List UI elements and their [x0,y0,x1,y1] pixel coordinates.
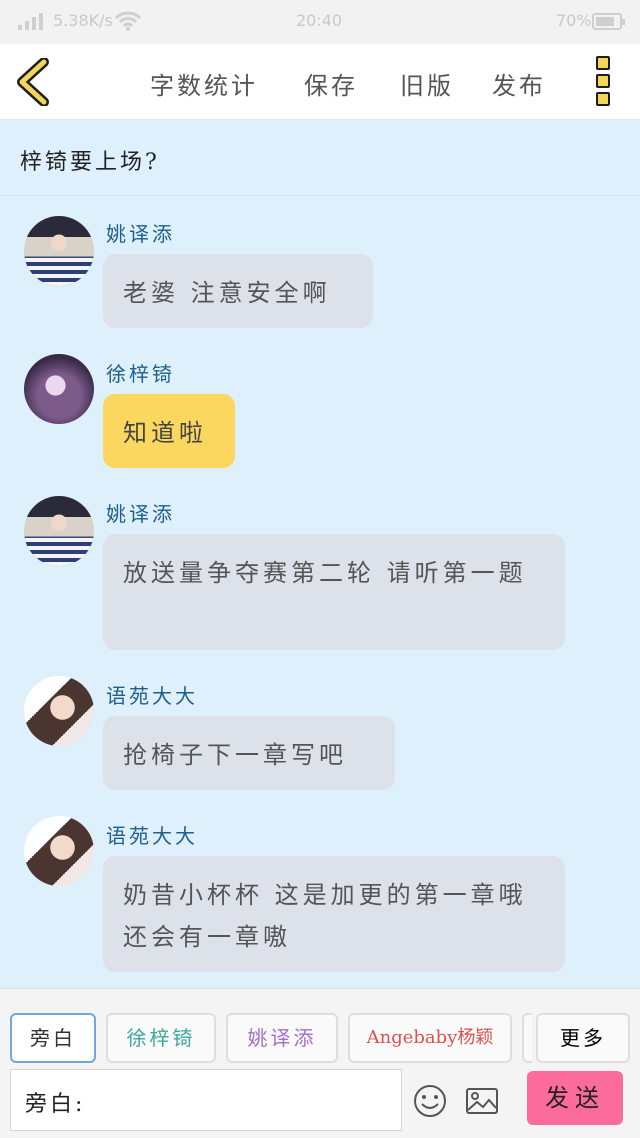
avatar[interactable] [24,354,94,424]
message-bubble[interactable]: 放送量争夺赛第二轮 请听第一题 [103,534,565,650]
more-roles-button[interactable]: 更多 [536,1013,630,1063]
sender-name: 姚译添 [106,502,175,526]
status-bar: 5.38K/s 20:40 70% [0,0,640,44]
word-count-button[interactable]: 字数统计 [150,66,258,101]
wifi-icon [114,10,142,36]
message-bubble[interactable]: 抢椅子下一章写吧 [103,716,395,790]
message-bubble[interactable]: 老婆 注意安全啊 [103,254,373,328]
top-toolbar: 字数统计 保存 旧版 发布 [0,44,640,120]
sender-name: 语苑大大 [106,684,198,708]
role-narrator-tab[interactable]: 旁白 [10,1013,96,1063]
message-bubble[interactable]: 奶昔小杯杯 这是加更的第一章哦 还会有一章嗷 [103,856,565,972]
battery-percent: 70% [556,11,592,30]
battery-icon [592,13,625,30]
network-speed: 5.38K/s [53,11,113,30]
chapter-title: 梓锜要上场? [20,150,160,175]
save-button[interactable]: 保存 [304,66,358,101]
avatar[interactable] [24,216,94,286]
clock: 20:40 [296,11,343,30]
sender-name: 语苑大大 [106,824,198,848]
role-selector: 旁白 徐梓锜 姚译添 Angebaby杨颖 更多 [0,989,640,1069]
role-angelababy-tab[interactable]: Angebaby杨颖 [348,1013,512,1063]
emoji-icon[interactable] [412,1083,448,1119]
back-icon[interactable] [14,57,54,107]
image-icon[interactable] [464,1083,500,1119]
sender-name: 徐梓锜 [106,362,175,386]
avatar[interactable] [24,816,94,886]
old-version-button[interactable]: 旧版 [400,66,454,101]
role-partial-tab [522,1013,532,1063]
signal-icon [18,12,46,30]
message-input[interactable]: 旁白: [10,1069,402,1131]
chapter-title-row[interactable]: 梓锜要上场? [0,120,640,196]
more-menu-icon[interactable] [596,56,616,108]
role-xu-tab[interactable]: 徐梓锜 [106,1013,216,1063]
send-button[interactable]: 发送 [527,1071,623,1125]
sender-name: 姚译添 [106,222,175,246]
publish-button[interactable]: 发布 [492,66,546,101]
avatar[interactable] [24,496,94,566]
role-yao-tab[interactable]: 姚译添 [226,1013,338,1063]
composer-panel: 旁白 徐梓锜 姚译添 Angebaby杨颖 更多 旁白: 发送 [0,988,640,1138]
input-row: 旁白: 发送 [0,1069,640,1138]
message-bubble[interactable]: 知道啦 [103,394,235,468]
avatar[interactable] [24,676,94,746]
